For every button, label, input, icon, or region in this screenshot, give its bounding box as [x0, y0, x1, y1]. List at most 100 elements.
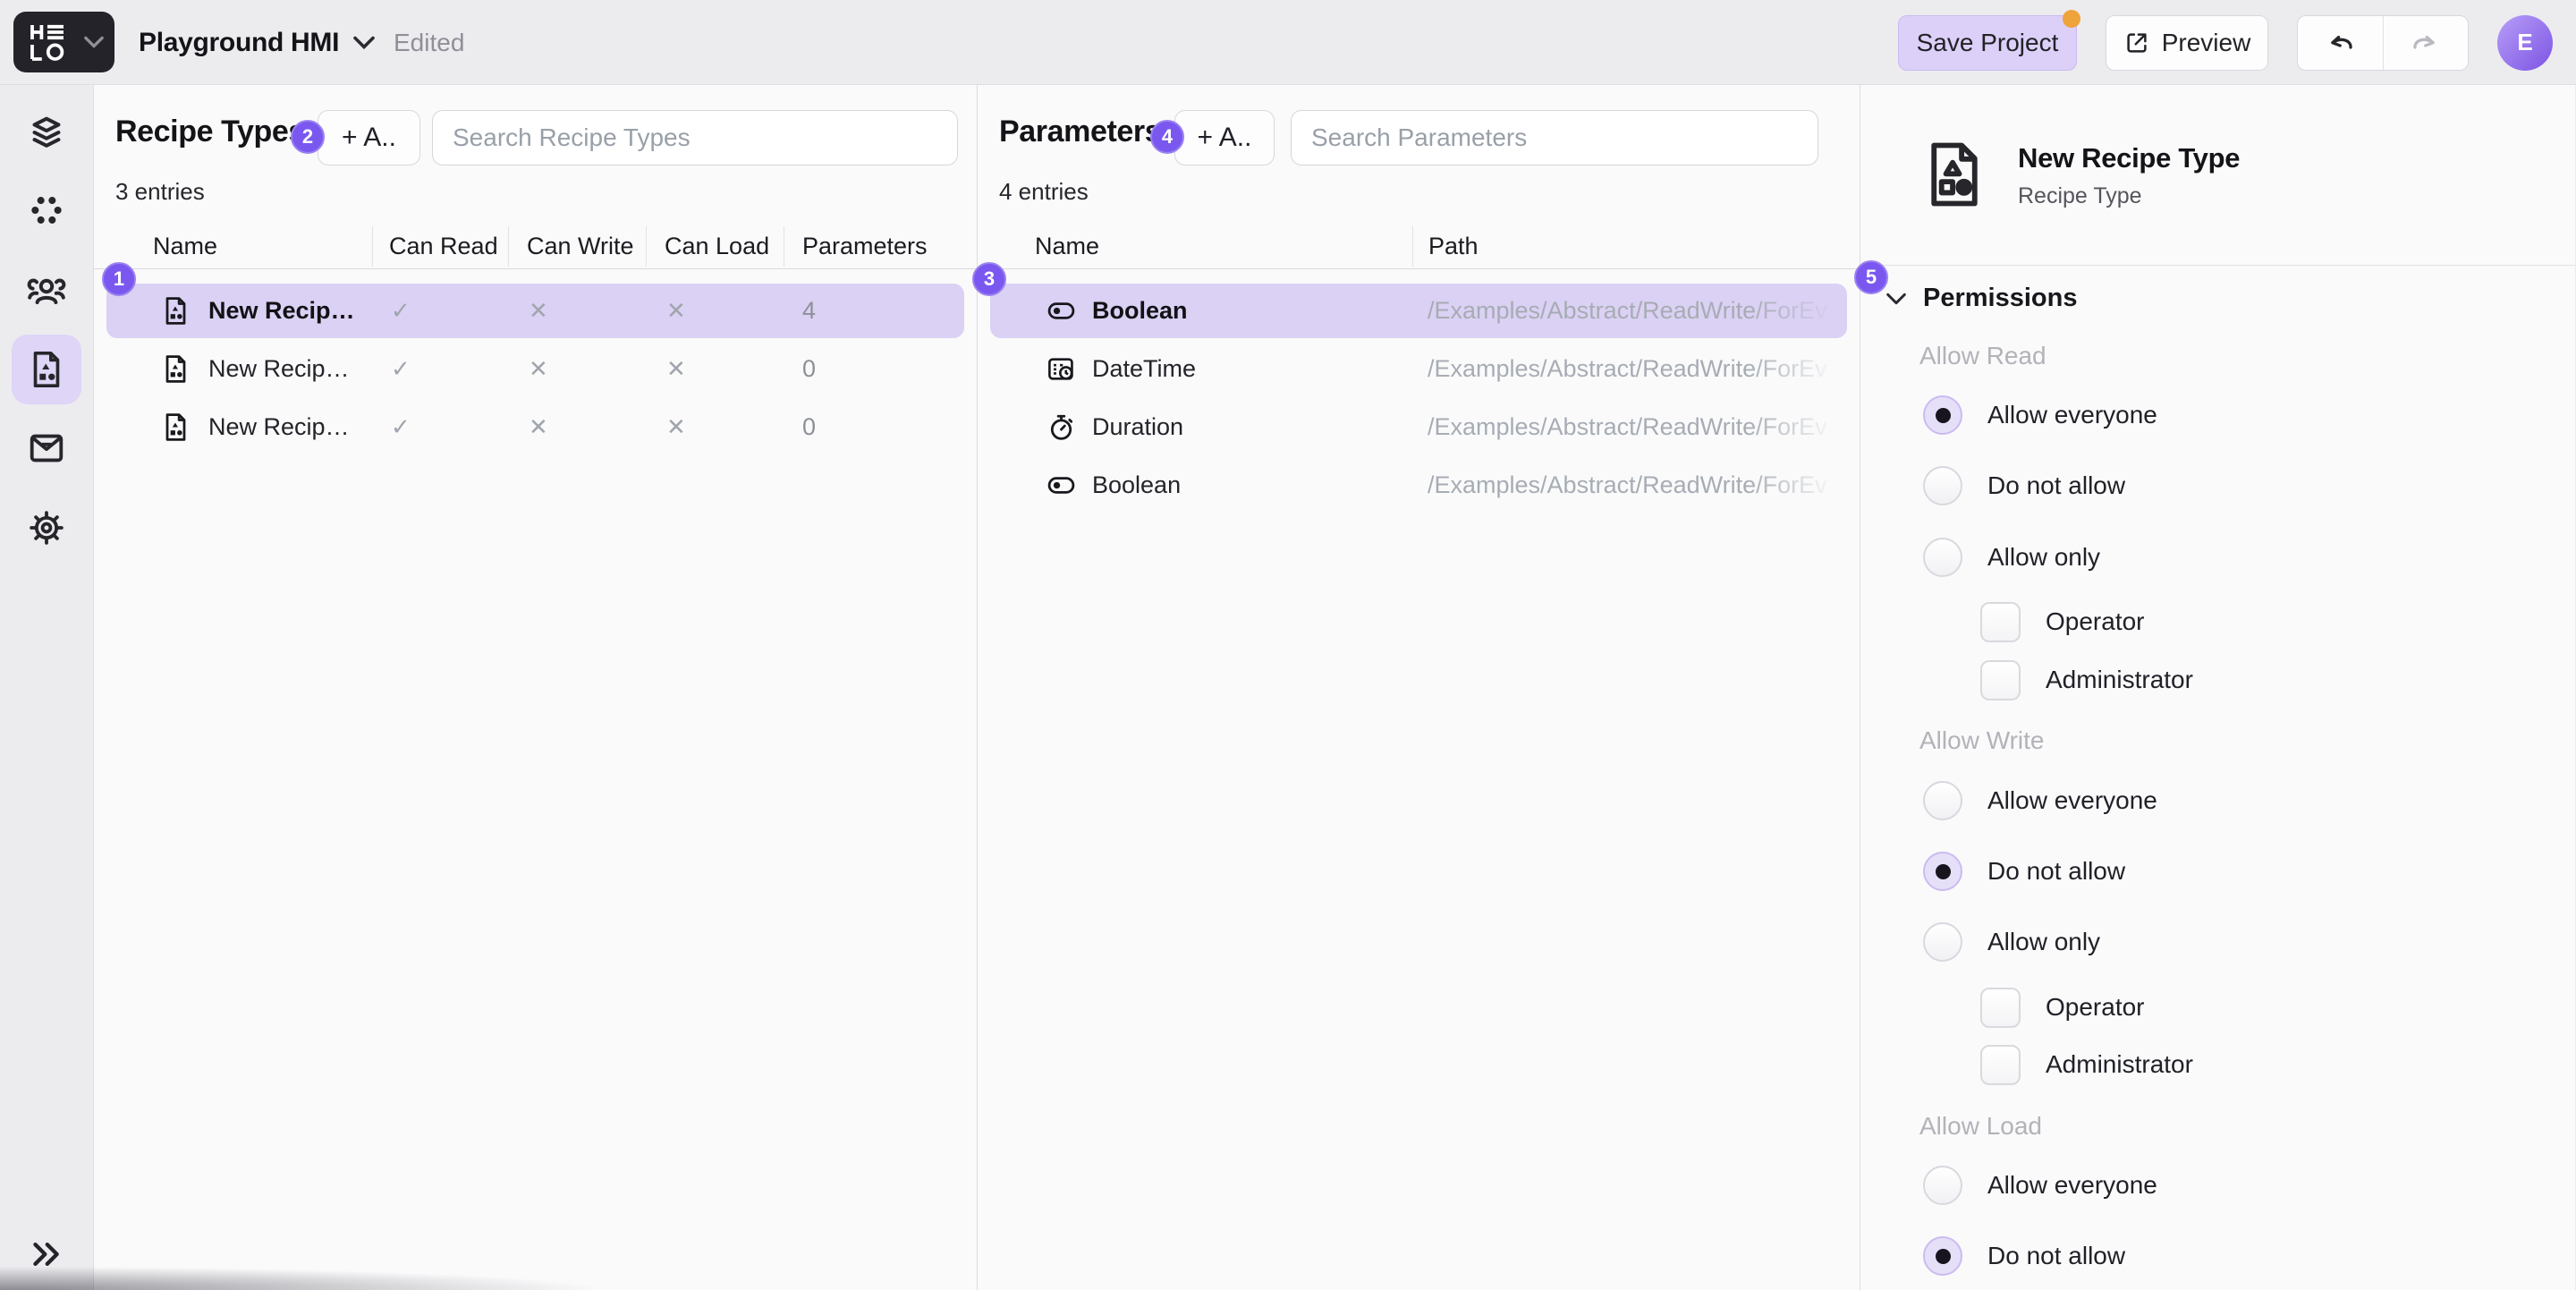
app-logo-menu[interactable] — [13, 12, 114, 72]
parameters-entry-count: 4 entries — [999, 178, 1089, 206]
details-title: New Recipe Type — [2018, 142, 2240, 174]
radio-allow-everyone[interactable]: Allow everyone — [1923, 395, 2157, 435]
recipe-type-name: New Recip… — [208, 400, 350, 454]
datetime-icon — [1046, 353, 1077, 385]
column-divider — [646, 226, 647, 267]
users-icon — [25, 269, 68, 312]
parameter-count: 0 — [802, 342, 816, 396]
allow-read-label: Allow Read — [1919, 342, 2046, 374]
recipe-file-icon — [160, 295, 191, 327]
radio-allow-only[interactable]: Allow only — [1923, 922, 2100, 962]
chevron-down-icon — [84, 36, 104, 48]
radio-allow-everyone[interactable]: Allow everyone — [1923, 781, 2157, 820]
radio-do-not-allow[interactable]: Do not allow — [1923, 466, 2125, 505]
parameter-row[interactable]: Boolean /Examples/Abstract/ReadWrite/For… — [990, 284, 1847, 338]
recipe-type-row[interactable]: New Recip… ✓ ✕ ✕ 0 — [106, 400, 964, 454]
radio-icon — [1923, 1166, 1962, 1205]
annotation-badge-3: 3 — [972, 262, 1006, 296]
layers-icon — [26, 113, 67, 154]
parameters-panel: Parameters + A.. 4 entries Name Path Boo… — [978, 85, 1860, 1290]
recipe-type-row[interactable]: New Recip… ✓ ✕ ✕ 4 — [106, 284, 964, 338]
external-link-icon — [2123, 30, 2150, 56]
save-project-button[interactable]: Save Project — [1898, 15, 2077, 71]
gear-icon — [26, 507, 67, 548]
annotation-badge-2: 2 — [291, 120, 325, 154]
radio-icon — [1923, 781, 1962, 820]
can-read-mark: ✓ — [391, 342, 411, 396]
edited-status: Edited — [394, 0, 464, 85]
radio-icon — [1923, 538, 1962, 577]
undo-button[interactable] — [2298, 16, 2383, 70]
sidebar-item-components[interactable] — [12, 175, 81, 245]
checkbox-operator[interactable]: Operator — [1980, 602, 2145, 641]
column-header-can-load[interactable]: Can Load — [665, 225, 769, 268]
checkbox-operator[interactable]: Operator — [1980, 988, 2145, 1027]
recipe-type-row[interactable]: New Recip… ✓ ✕ ✕ 0 — [106, 342, 964, 396]
redo-button[interactable] — [2383, 16, 2469, 70]
checkbox-administrator[interactable]: Administrator — [1980, 660, 2193, 700]
radio-do-not-allow[interactable]: Do not allow — [1923, 1236, 2125, 1276]
checkbox-icon — [1980, 1045, 2021, 1085]
checkbox-icon — [1980, 602, 2021, 642]
table-header-divider — [978, 268, 1860, 269]
radio-icon — [1923, 466, 1962, 505]
toggle-icon — [1046, 295, 1077, 327]
radio-allow-only[interactable]: Allow only — [1923, 538, 2100, 577]
radio-icon — [1923, 395, 1962, 435]
parameter-row[interactable]: Boolean /Examples/Abstract/ReadWrite/For… — [990, 458, 1847, 513]
column-divider — [1412, 226, 1413, 267]
double-chevron-right-icon — [29, 1236, 64, 1272]
sidebar-item-recipes[interactable] — [12, 335, 81, 404]
parameter-path: /Examples/Abstract/ReadWrite/ForEv — [1428, 342, 1848, 396]
sidebar-expand-button[interactable] — [12, 1219, 81, 1289]
sidebar — [0, 85, 94, 1290]
can-read-mark: ✓ — [391, 284, 411, 338]
radio-do-not-allow[interactable]: Do not allow — [1923, 852, 2125, 891]
sidebar-item-mail[interactable] — [12, 413, 81, 483]
add-recipe-type-button[interactable]: + A.. — [318, 110, 420, 165]
can-write-mark: ✕ — [529, 400, 548, 454]
add-parameter-button[interactable]: + A.. — [1174, 110, 1275, 165]
permissions-section-toggle[interactable]: Permissions — [1885, 284, 2077, 313]
parameter-row[interactable]: Duration /Examples/Abstract/ReadWrite/Fo… — [990, 400, 1847, 454]
column-header-name[interactable]: Name — [153, 225, 217, 268]
column-header-parameters[interactable]: Parameters — [802, 225, 928, 268]
column-header-can-read[interactable]: Can Read — [389, 225, 498, 268]
column-header-can-write[interactable]: Can Write — [527, 225, 634, 268]
radio-allow-everyone[interactable]: Allow everyone — [1923, 1166, 2157, 1205]
main-area: Recipe Types + A.. 3 entries Name Can Re… — [0, 85, 2576, 1290]
project-name-dropdown[interactable]: Playground HMI — [139, 0, 375, 85]
undo-icon — [2325, 28, 2355, 58]
sidebar-item-users[interactable] — [12, 256, 81, 326]
details-header-divider — [1860, 265, 2575, 266]
radio-icon — [1923, 852, 1962, 891]
checkbox-administrator[interactable]: Administrator — [1980, 1045, 2193, 1084]
recipe-file-icon — [26, 349, 67, 390]
stopwatch-icon — [1046, 412, 1077, 443]
unsaved-changes-dot — [2063, 10, 2080, 28]
column-header-name[interactable]: Name — [1035, 225, 1099, 268]
preview-button[interactable]: Preview — [2106, 15, 2268, 71]
recipe-file-icon — [160, 353, 191, 385]
helo-logo-icon — [27, 22, 70, 62]
annotation-badge-4: 4 — [1150, 120, 1184, 154]
parameter-count: 4 — [802, 284, 816, 338]
parameter-name: Duration — [1092, 400, 1183, 454]
column-divider — [372, 226, 373, 267]
redo-icon — [2411, 28, 2441, 58]
can-load-mark: ✕ — [666, 342, 686, 396]
parameter-row[interactable]: DateTime /Examples/Abstract/ReadWrite/Fo… — [990, 342, 1847, 396]
column-header-path[interactable]: Path — [1428, 225, 1479, 268]
topbar-actions: Save Project Preview — [1898, 0, 2553, 85]
recipe-file-icon — [1919, 137, 1989, 212]
user-avatar[interactable]: E — [2497, 15, 2553, 71]
parameters-title: Parameters — [999, 115, 1161, 149]
sidebar-item-layers[interactable] — [12, 98, 81, 168]
recipe-types-search-input[interactable] — [432, 110, 958, 165]
recipe-type-name: New Recip… — [208, 284, 355, 338]
parameter-name: DateTime — [1092, 342, 1196, 396]
sidebar-item-settings[interactable] — [12, 493, 81, 563]
parameter-name: Boolean — [1092, 284, 1188, 338]
parameters-search-input[interactable] — [1291, 110, 1818, 165]
recipe-types-panel: Recipe Types + A.. 3 entries Name Can Re… — [94, 85, 978, 1290]
